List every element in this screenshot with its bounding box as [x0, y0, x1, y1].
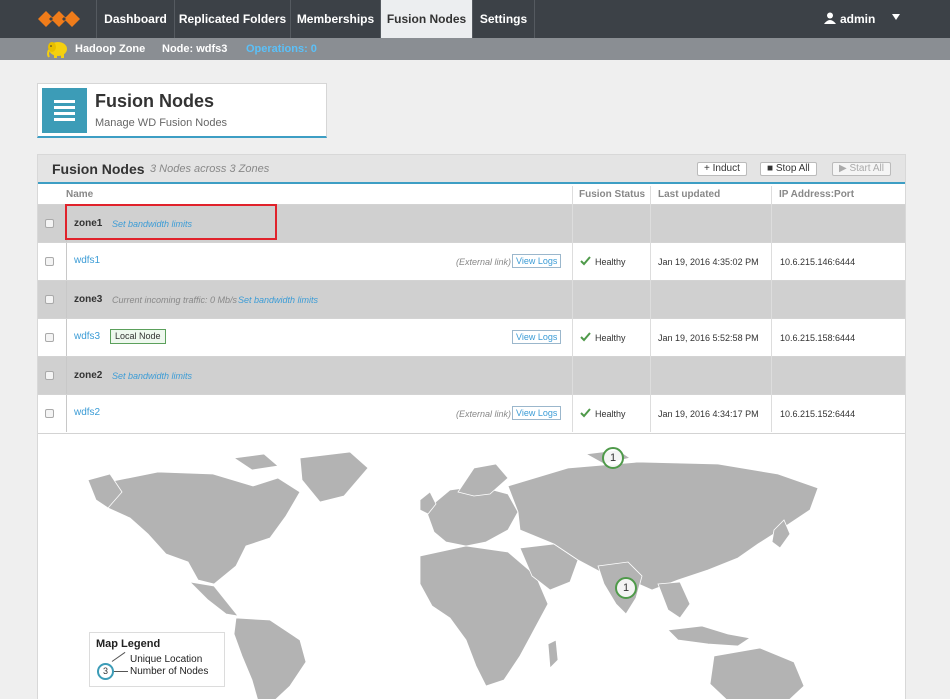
fusion-status: Healthy — [595, 333, 626, 343]
set-bandwidth-link[interactable]: Set bandwidth limits — [238, 295, 318, 305]
view-logs-button[interactable]: View Logs — [512, 330, 562, 344]
annotation-highlight-box — [65, 204, 277, 240]
checkmark-icon — [580, 332, 591, 342]
column-header-status: Fusion Status — [579, 189, 646, 200]
legend-unique-location: Unique Location — [130, 654, 203, 665]
legend-example-marker: 3 — [97, 663, 114, 680]
top-navigation-bar: Dashboard Replicated Folders Memberships… — [0, 0, 950, 38]
row-checkbox[interactable] — [45, 409, 54, 418]
tab-dashboard[interactable]: Dashboard — [96, 0, 174, 38]
map-location-marker[interactable]: 1 — [602, 447, 624, 469]
tab-memberships[interactable]: Memberships — [290, 0, 380, 38]
column-header-name: Name — [66, 189, 94, 200]
world-map[interactable]: 1 1 Map Legend 3 Unique Location Number … — [38, 433, 905, 699]
panel-header: Fusion Nodes 3 Nodes across 3 Zones + In… — [38, 155, 905, 184]
tab-settings[interactable]: Settings — [472, 0, 535, 38]
tab-fusion-nodes[interactable]: Fusion Nodes — [380, 0, 472, 38]
node-link[interactable]: wdfs3 — [74, 331, 100, 342]
node-link[interactable]: wdfs2 — [74, 407, 100, 418]
view-logs-button[interactable]: View Logs — [512, 254, 562, 268]
hadoop-elephant-icon — [47, 42, 67, 58]
zone-name: zone3 — [74, 294, 103, 305]
last-updated: Jan 19, 2016 5:52:58 PM — [658, 333, 759, 343]
row-checkbox[interactable] — [45, 333, 54, 342]
operations-link[interactable]: Operations: 0 — [246, 43, 317, 55]
node-row: wdfs1 (External link) View Logs Healthy … — [38, 242, 905, 280]
nodes-summary: 3 Nodes across 3 Zones — [150, 163, 270, 175]
map-location-marker[interactable]: 1 — [615, 577, 637, 599]
page-header-card: Fusion Nodes Manage WD Fusion Nodes — [37, 83, 327, 138]
legend-title: Map Legend — [96, 638, 161, 650]
row-checkbox[interactable] — [45, 257, 54, 266]
set-bandwidth-link[interactable]: Set bandwidth limits — [112, 371, 192, 381]
stop-all-button[interactable]: ■ Stop All — [760, 162, 817, 176]
row-checkbox[interactable] — [45, 371, 54, 380]
page-subtitle: Manage WD Fusion Nodes — [95, 117, 228, 129]
list-menu-icon — [42, 88, 87, 133]
user-menu[interactable]: admin — [824, 0, 875, 38]
external-link-label: (External link) — [456, 257, 512, 267]
panel-title: Fusion Nodes — [52, 161, 145, 177]
local-node-badge: Local Node — [110, 329, 166, 344]
induct-button[interactable]: + Induct — [697, 162, 747, 176]
username: admin — [840, 12, 876, 26]
view-logs-button[interactable]: View Logs — [512, 406, 562, 420]
ip-address: 10.6.215.152:6444 — [780, 409, 856, 419]
zone-status-bar: Hadoop Zone Node: wdfs3 Operations: 0 — [0, 38, 950, 60]
node-row: wdfs2 (External link) View Logs Healthy … — [38, 394, 905, 432]
node-link[interactable]: wdfs1 — [74, 255, 100, 266]
row-checkbox[interactable] — [45, 295, 54, 304]
zone-label: Hadoop Zone — [75, 43, 146, 55]
incoming-traffic: Current incoming traffic: 0 Mb/s — [112, 295, 238, 305]
zone-row: zone3 Current incoming traffic: 0 Mb/s S… — [38, 280, 905, 318]
zone-name: zone2 — [74, 370, 103, 381]
page-title: Fusion Nodes — [95, 91, 215, 111]
ip-address: 10.6.215.158:6444 — [780, 333, 856, 343]
zone-row: zone2 Set bandwidth limits — [38, 356, 905, 394]
chevron-down-icon[interactable] — [892, 14, 900, 20]
last-updated: Jan 19, 2016 4:35:02 PM — [658, 257, 759, 267]
ip-address: 10.6.215.146:6444 — [780, 257, 856, 267]
map-legend: Map Legend 3 Unique Location Number of N… — [89, 632, 225, 687]
start-all-button[interactable]: ▶ Start All — [832, 162, 891, 176]
external-link-label: (External link) — [456, 409, 512, 419]
fusion-status: Healthy — [595, 257, 626, 267]
node-row: wdfs3 Local Node View Logs Healthy Jan 1… — [38, 318, 905, 356]
node-label: Node: wdfs3 — [162, 43, 228, 55]
checkmark-icon — [580, 408, 591, 418]
fusion-status: Healthy — [595, 409, 626, 419]
wandisco-logo-icon[interactable] — [38, 7, 86, 31]
column-header-updated: Last updated — [658, 189, 721, 200]
row-checkbox[interactable] — [45, 219, 54, 228]
column-header-ip: IP Address:Port — [779, 189, 855, 200]
legend-number-of-nodes: Number of Nodes — [130, 666, 209, 677]
checkmark-icon — [580, 256, 591, 266]
user-icon — [824, 12, 836, 24]
tab-replicated-folders[interactable]: Replicated Folders — [174, 0, 290, 38]
last-updated: Jan 19, 2016 4:34:17 PM — [658, 409, 759, 419]
